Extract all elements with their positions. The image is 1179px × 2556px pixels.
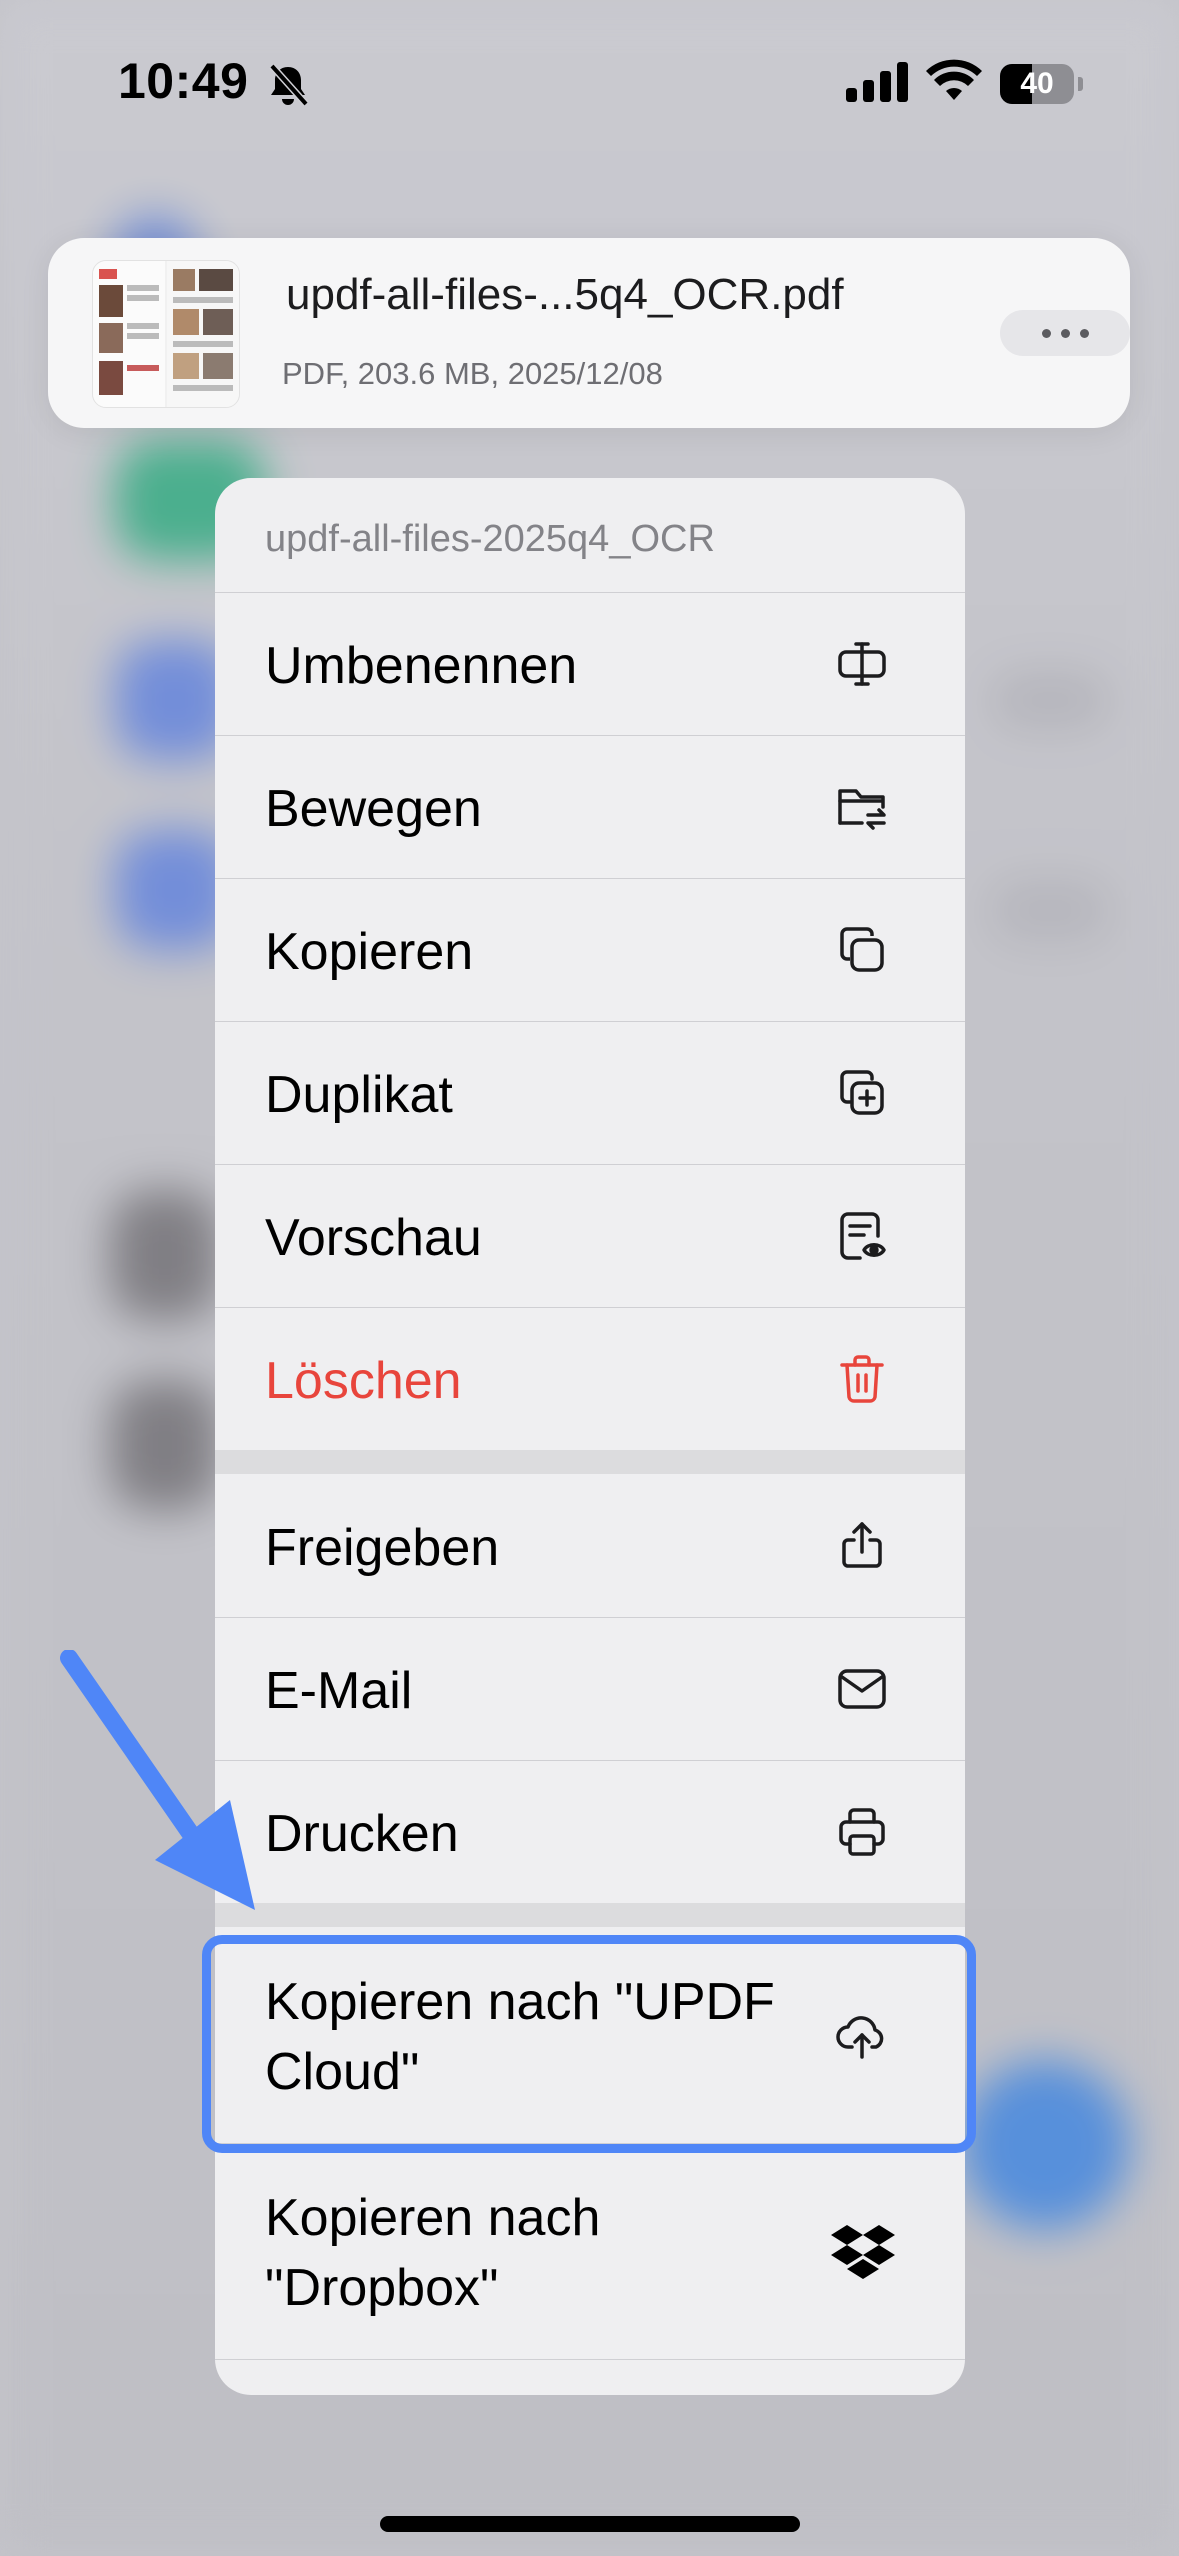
menu-item-rename[interactable]: Umbenennen — [215, 592, 965, 736]
preview-icon — [840, 1212, 886, 1260]
menu-item-preview[interactable]: Vorschau — [215, 1164, 965, 1308]
menu-item-move[interactable]: Bewegen — [215, 735, 965, 879]
ellipsis-icon — [1000, 310, 1130, 356]
menu-item-label: Freigeben — [265, 1519, 500, 1577]
menu-item-label: Duplikat — [265, 1066, 453, 1124]
menu-header: updf-all-files-2025q4_OCR — [215, 478, 965, 593]
menu-item-label: Löschen — [265, 1352, 462, 1410]
trash-icon — [840, 1355, 884, 1403]
menu-item-delete[interactable]: Löschen — [215, 1307, 965, 1450]
battery-icon: 40 — [1000, 64, 1074, 104]
mail-icon — [838, 1669, 886, 1709]
menu-item-label: Kopieren nach "Dropbox" — [265, 2189, 601, 2317]
file-name: updf-all-files-...5q4_OCR.pdf — [286, 270, 844, 319]
menu-item-share[interactable]: Freigeben — [215, 1474, 965, 1618]
home-indicator[interactable] — [380, 2516, 800, 2532]
more-options-button[interactable] — [1000, 310, 1130, 356]
share-icon — [842, 1522, 882, 1568]
menu-item-duplicate[interactable]: Duplikat — [215, 1021, 965, 1165]
menu-section-separator — [215, 1450, 965, 1474]
menu-header-title: updf-all-files-2025q4_OCR — [265, 518, 715, 560]
file-meta: PDF, 203.6 MB, 2025/12/08 — [282, 356, 663, 391]
menu-item-label: Bewegen — [265, 780, 482, 838]
file-preview-card[interactable]: updf-all-files-...5q4_OCR.pdf PDF, 203.6… — [48, 238, 1130, 428]
rename-icon — [838, 642, 886, 686]
menu-section-separator — [215, 1903, 965, 1927]
menu-item-email[interactable]: E-Mail — [215, 1617, 965, 1761]
menu-item-copy-to-dropbox[interactable]: Kopieren nach "Dropbox" — [215, 2143, 965, 2360]
menu-item-label: Vorschau — [265, 1209, 482, 1267]
dropbox-icon — [831, 2225, 895, 2279]
menu-item-label: E-Mail — [265, 1662, 413, 1720]
menu-item-copy[interactable]: Kopieren — [215, 878, 965, 1022]
folder-move-icon — [838, 789, 886, 830]
duplicate-icon — [840, 1070, 884, 1115]
menu-item-label: Umbenennen — [265, 637, 578, 695]
pdf-thumbnail — [92, 260, 240, 408]
bell-slash-icon — [269, 63, 309, 107]
printer-icon — [839, 1808, 885, 1856]
pointer-arrow-icon — [60, 1650, 255, 1910]
status-time: 10:49 — [118, 53, 249, 109]
menu-item-print[interactable]: Drucken — [215, 1760, 965, 1903]
status-bar: 10:49 40 — [0, 0, 1179, 170]
signal-icon — [846, 62, 908, 102]
wifi-icon — [926, 59, 982, 100]
menu-item-label: Drucken — [265, 1805, 459, 1863]
copy-icon — [840, 927, 884, 972]
highlight-box — [202, 1935, 976, 2153]
menu-item-label: Kopieren — [265, 923, 474, 981]
